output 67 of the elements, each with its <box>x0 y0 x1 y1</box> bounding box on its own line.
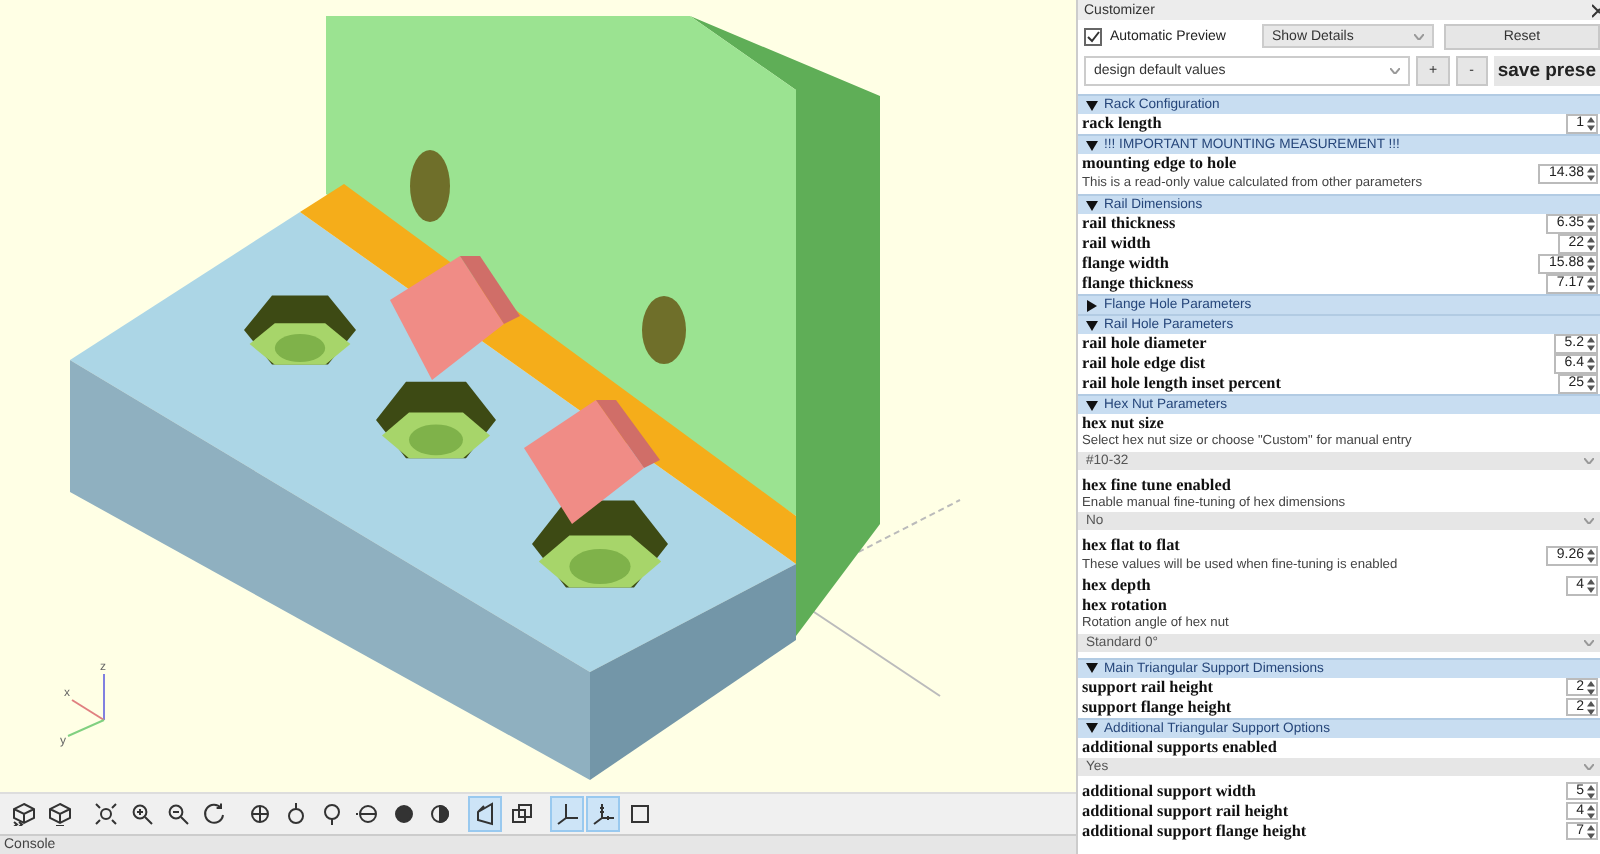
parameter-label: additional supports enabled <box>1082 737 1279 757</box>
spin-arrows-icon[interactable] <box>1586 823 1596 839</box>
parameter-label: additional support rail height <box>1082 801 1291 821</box>
toolbar-button[interactable] <box>550 795 584 832</box>
parameter-label: additional support flange height <box>1082 821 1309 841</box>
parameter-label: flange width <box>1082 254 1171 274</box>
cube-view-icon <box>319 801 343 826</box>
parameter-label: additional support width <box>1082 781 1258 801</box>
toolbar-button[interactable] <box>468 795 502 832</box>
save-preset-button[interactable]: save prese <box>1493 55 1600 85</box>
zoom-fit-icon <box>93 801 117 826</box>
square-icon <box>627 801 651 826</box>
spin-arrows-icon[interactable] <box>1586 699 1596 715</box>
cube-view-icon <box>247 801 271 826</box>
chevron-icon <box>1390 67 1401 73</box>
parameter-label: rail hole edge dist <box>1082 354 1208 374</box>
zoom-out-icon <box>165 801 189 826</box>
axis-indicator-drawing <box>67 673 105 737</box>
cube-icon <box>509 801 533 826</box>
spin-arrows-icon[interactable] <box>1586 376 1596 392</box>
chevron-icon <box>1584 518 1594 524</box>
chevron-icon <box>1584 763 1594 769</box>
parameter-label: mounting edge to hole <box>1082 154 1239 174</box>
parameter-label: hex fine tune enabled <box>1082 475 1233 495</box>
parameter-label: support flange height <box>1082 697 1234 717</box>
axes-icon <box>555 801 579 826</box>
spin-arrows-icon[interactable] <box>1586 679 1596 695</box>
parameter-label: rail hole length inset percent <box>1082 374 1283 394</box>
spin-arrows-icon[interactable] <box>1586 216 1596 232</box>
toolbar-button[interactable] <box>586 795 620 832</box>
spin-arrows-icon[interactable] <box>1586 783 1596 799</box>
cube-icon <box>11 801 35 826</box>
axes-icon <box>591 801 615 826</box>
spin-arrows-icon[interactable] <box>1586 356 1596 372</box>
checkbox[interactable] <box>1084 27 1102 45</box>
perspective-icon <box>473 801 497 826</box>
zoom-in-icon <box>129 801 153 826</box>
parameter-label: rail width <box>1082 234 1153 254</box>
parameter-label: hex rotation <box>1082 596 1169 616</box>
spin-arrows-icon[interactable] <box>1586 336 1596 352</box>
spin-arrows-icon[interactable] <box>1586 256 1596 272</box>
spin-arrows-icon[interactable] <box>1586 236 1596 252</box>
parameter-label: rack length <box>1082 114 1164 134</box>
parameter-label: rail thickness <box>1082 214 1178 234</box>
rotate-icon <box>201 801 225 826</box>
parameter-label: rail hole diameter <box>1082 334 1209 354</box>
chevron-icon <box>1584 457 1594 463</box>
parameter-label: hex nut size <box>1082 414 1166 434</box>
cube-icon <box>47 801 71 826</box>
parameter-label: hex depth <box>1082 576 1153 596</box>
close-icon[interactable] <box>1592 3 1600 17</box>
cube-view-icon <box>391 801 415 826</box>
cube-view-icon <box>355 801 379 826</box>
chevron-icon <box>1414 33 1424 39</box>
spin-arrows-icon[interactable] <box>1586 116 1596 132</box>
checkmark-icon <box>1086 29 1100 43</box>
cube-view-icon <box>427 801 451 826</box>
parameter-label: flange thickness <box>1082 274 1196 294</box>
spin-arrows-icon[interactable] <box>1586 166 1596 182</box>
cube-view-icon <box>283 801 307 826</box>
spin-arrows-icon[interactable] <box>1586 548 1596 564</box>
parameter-label: support rail height <box>1082 677 1216 697</box>
chevron-icon <box>1584 639 1594 645</box>
spin-arrows-icon[interactable] <box>1586 578 1596 594</box>
spin-arrows-icon[interactable] <box>1586 276 1596 292</box>
spin-arrows-icon[interactable] <box>1586 803 1596 819</box>
parameter-label: hex flat to flat <box>1082 536 1182 556</box>
